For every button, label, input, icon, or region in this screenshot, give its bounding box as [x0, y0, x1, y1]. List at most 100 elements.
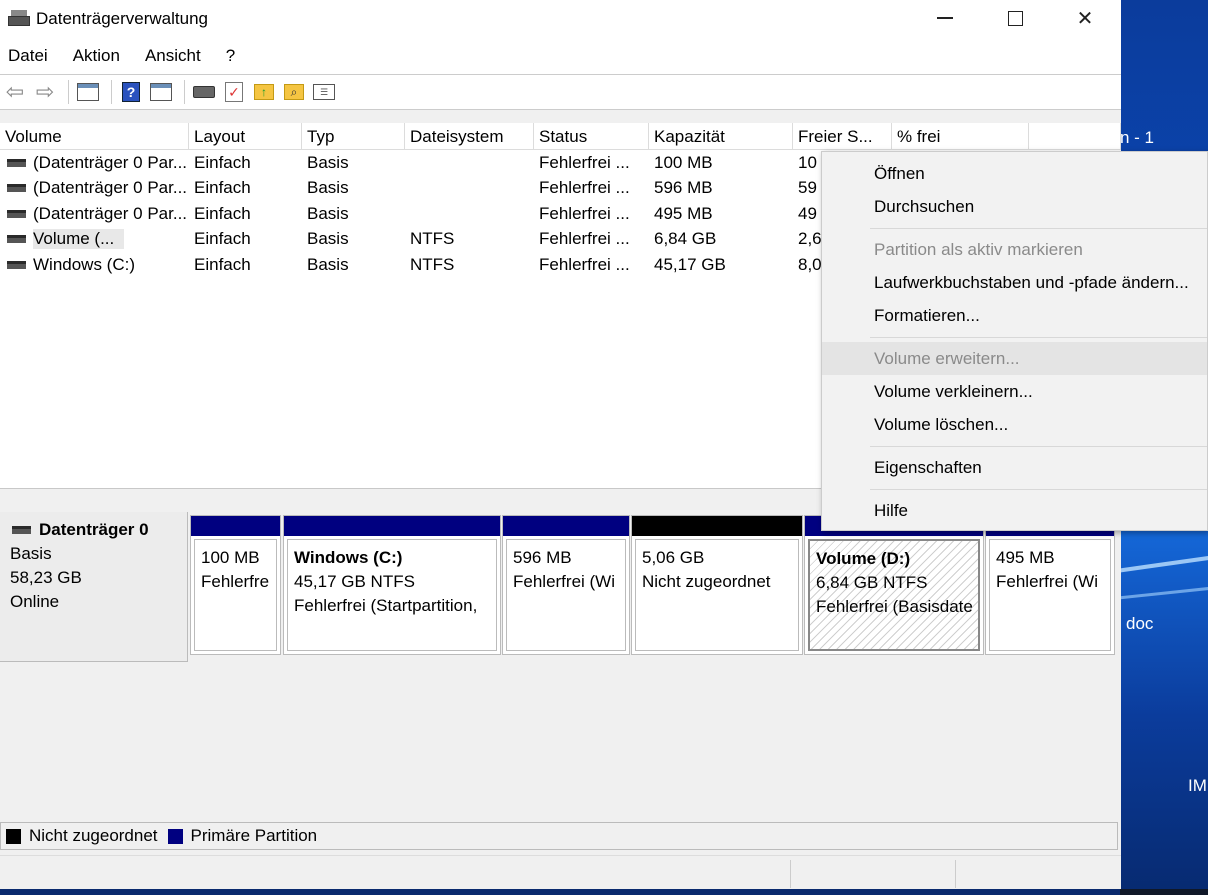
connect-drive-button[interactable]: [191, 79, 217, 105]
desktop-icon-label-im[interactable]: IM: [1188, 776, 1207, 796]
desktop-window-label: n - 1: [1120, 128, 1155, 147]
menu-help[interactable]: ?: [226, 46, 235, 66]
column-header-typ[interactable]: Typ: [302, 123, 405, 149]
disk-size: 58,23 GB: [10, 568, 82, 587]
cell-kapazitaet: 100 MB: [654, 152, 713, 172]
legend-swatch-primary: [167, 828, 183, 844]
cell-kapazitaet: 495 MB: [654, 203, 713, 223]
menu-separator: [870, 446, 1207, 447]
toolbar: ⇦ ⇨ ? ✓ ↑ ⌕ ☰: [0, 74, 1121, 110]
column-header-volume[interactable]: Volume: [0, 123, 189, 149]
drive-icon: [7, 184, 26, 193]
desktop-icon-label-doc[interactable]: doc: [1126, 614, 1153, 634]
column-header-layout[interactable]: Layout: [189, 123, 302, 149]
status-divider: [955, 860, 956, 888]
disk-0-label[interactable]: Datenträger 0 Basis 58,23 GB Online: [0, 512, 188, 662]
title-bar: Datenträgerverwaltung ✕: [0, 0, 1121, 38]
menu-item-volume-verkleinern[interactable]: Volume verkleinern...: [822, 375, 1207, 408]
status-divider: [790, 860, 791, 888]
column-header-kapazitaet[interactable]: Kapazität: [649, 123, 793, 149]
partition-size: 6,84 GB NTFS: [816, 573, 928, 592]
partition-block-selected[interactable]: Volume (D:) 6,84 GB NTFS Fehlerfrei (Bas…: [804, 515, 984, 655]
menu-item-volume-erweitern: Volume erweitern...: [822, 342, 1207, 375]
close-button[interactable]: ✕: [1050, 0, 1120, 36]
back-arrow-icon: ⇦: [5, 79, 25, 104]
menu-item-durchsuchen[interactable]: Durchsuchen: [822, 190, 1207, 223]
partition-status: Fehlerfrei (Basisdate: [816, 597, 973, 616]
disk-state: Online: [10, 592, 60, 611]
cell-volume: Volume (...: [33, 229, 125, 250]
partition-status: Fehlerfre: [201, 572, 270, 591]
cell-status: Fehlerfrei ...: [539, 203, 630, 223]
desktop-light-beam: [1120, 583, 1208, 600]
volume-list-header: Volume Layout Typ Dateisystem Status Kap…: [0, 123, 1121, 150]
column-header-freier-speicher[interactable]: Freier S...: [793, 123, 892, 149]
disk-type: Basis: [10, 544, 52, 563]
cell-kapazitaet: 45,17 GB: [654, 254, 726, 274]
back-button[interactable]: ⇦: [2, 79, 28, 105]
legend-label-unallocated: Nicht zugeordnet: [29, 826, 158, 845]
maximize-button[interactable]: [980, 0, 1050, 36]
disk-icon: [12, 526, 31, 534]
menu-item-partition-aktiv: Partition als aktiv markieren: [874, 240, 1083, 259]
show-pane-icon: [150, 83, 172, 101]
context-menu: Öffnen Durchsuchen Partition als aktiv m…: [821, 151, 1208, 531]
cell-volume: Windows (C:): [33, 254, 136, 274]
help-icon: ?: [122, 82, 140, 102]
cell-layout: Einfach: [194, 254, 251, 274]
partition-block-unallocated[interactable]: 5,06 GB Nicht zugeordnet: [631, 515, 803, 655]
menu-ansicht[interactable]: Ansicht: [145, 46, 201, 66]
menu-separator: [870, 337, 1207, 338]
partition-block[interactable]: Windows (C:) 45,17 GB NTFS Fehlerfrei (S…: [283, 515, 501, 655]
forward-button[interactable]: ⇨: [32, 79, 58, 105]
column-header-status[interactable]: Status: [534, 123, 649, 149]
cell-layout: Einfach: [194, 152, 251, 172]
menu-item-oeffnen[interactable]: Öffnen: [822, 157, 1207, 190]
menu-item-volume-loeschen[interactable]: Volume löschen...: [822, 408, 1207, 441]
drive-icon: [7, 158, 26, 167]
toolbar-separator: [111, 80, 112, 104]
minimize-icon: [937, 17, 953, 19]
search-folder-icon: ⌕: [284, 84, 304, 100]
cell-volume: (Datenträger 0 Par...: [33, 152, 188, 172]
minimize-button[interactable]: [910, 0, 980, 36]
menu-datei[interactable]: Datei: [8, 46, 48, 66]
help-button[interactable]: ?: [118, 79, 144, 105]
partition-color-bar: [503, 516, 629, 536]
console-tree-button[interactable]: [75, 79, 101, 105]
menu-item-laufwerkbuchstaben[interactable]: Laufwerkbuchstaben und -pfade ändern...: [822, 266, 1207, 299]
column-header-prozent-frei[interactable]: % frei: [892, 123, 1029, 149]
partition-block[interactable]: 495 MB Fehlerfrei (Wi: [985, 515, 1115, 655]
disk-view: Datenträger 0 Basis 58,23 GB Online 100 …: [0, 498, 1121, 820]
drive-icon: [7, 209, 26, 218]
cell-status: Fehlerfrei ...: [539, 229, 630, 249]
cell-kapazitaet: 596 MB: [654, 178, 713, 198]
partition-block[interactable]: 100 MB Fehlerfre: [190, 515, 281, 655]
toolbar-separator: [68, 80, 69, 104]
list-view-icon: ☰: [313, 84, 335, 100]
partition-block[interactable]: 596 MB Fehlerfrei (Wi: [502, 515, 630, 655]
menu-separator: [870, 489, 1207, 490]
cell-layout: Einfach: [194, 178, 251, 198]
checklist-button[interactable]: ✓: [221, 79, 247, 105]
menu-item-formatieren[interactable]: Formatieren...: [822, 299, 1207, 332]
maximize-icon: [1007, 10, 1023, 26]
folder-up-button[interactable]: ↑: [251, 79, 277, 105]
cell-typ: Basis: [307, 203, 349, 223]
cell-layout: Einfach: [194, 229, 251, 249]
partition-size: 596 MB: [513, 548, 572, 567]
menu-item-eigenschaften[interactable]: Eigenschaften: [822, 451, 1207, 484]
partition-status: Fehlerfrei (Wi: [996, 572, 1099, 591]
column-header-extra[interactable]: [1029, 123, 1121, 149]
search-folder-button[interactable]: ⌕: [281, 79, 307, 105]
folder-up-icon: ↑: [254, 84, 274, 100]
disk-name: Datenträger 0: [39, 520, 149, 539]
menu-item-hilfe[interactable]: Hilfe: [822, 494, 1207, 527]
cell-kapazitaet: 6,84 GB: [654, 229, 717, 249]
column-header-dateisystem[interactable]: Dateisystem: [405, 123, 534, 149]
partition-color-bar: [191, 516, 280, 536]
menu-aktion[interactable]: Aktion: [73, 46, 120, 66]
list-view-button[interactable]: ☰: [311, 79, 337, 105]
show-pane-button[interactable]: [148, 79, 174, 105]
partition-name: Windows (C:): [294, 548, 403, 567]
